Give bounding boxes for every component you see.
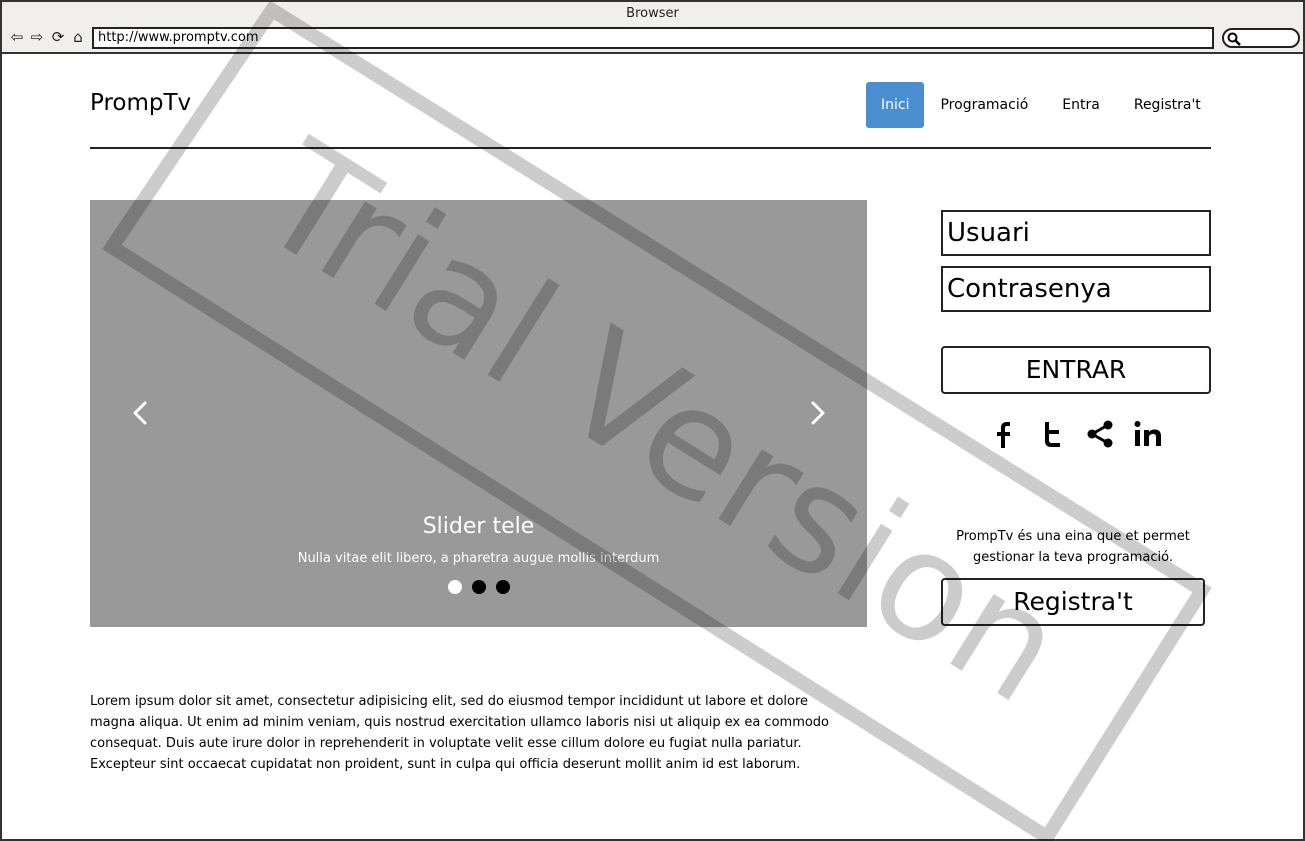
back-arrow-icon[interactable]: ⇦: [8, 28, 26, 46]
nav-item-programacio[interactable]: Programació: [924, 82, 1045, 128]
facebook-icon[interactable]: [987, 416, 1021, 452]
nav-item-registrat[interactable]: Registra't: [1117, 82, 1218, 128]
browser-title: Browser: [2, 2, 1303, 26]
carousel-indicators: [90, 580, 867, 594]
nav-item-entra[interactable]: Entra: [1045, 82, 1117, 128]
image-carousel[interactable]: Slider tele Nulla vitae elit libero, a p…: [90, 200, 867, 627]
enter-button[interactable]: ENTRAR: [941, 346, 1211, 394]
social-links: [987, 416, 1165, 452]
nav-item-inici[interactable]: Inici: [866, 82, 925, 128]
browser-search-input[interactable]: [1222, 28, 1300, 48]
header-divider: [90, 147, 1211, 149]
url-input[interactable]: http://www.promptv.com: [92, 27, 1214, 49]
app-description: PrompTv és una eina que et permet gestio…: [956, 529, 1190, 565]
main-nav: Inici Programació Entra Registra't: [866, 82, 1218, 128]
carousel-dot-3[interactable]: [495, 580, 510, 594]
brand-logo[interactable]: PrompTv: [90, 90, 191, 116]
search-icon: [1227, 32, 1241, 46]
browser-toolbar: ⇦ ⇨ ⟳ ⌂ http://www.promptv.com: [2, 24, 1303, 54]
carousel-prev-icon[interactable]: [126, 398, 156, 428]
forward-arrow-icon[interactable]: ⇨: [28, 28, 46, 46]
body-text: Lorem ipsum dolor sit amet, consectetur …: [90, 694, 830, 772]
slide-title: Slider tele: [422, 514, 535, 539]
carousel-next-icon[interactable]: [802, 398, 832, 428]
share-icon[interactable]: [1083, 416, 1117, 452]
carousel-dot-2[interactable]: [471, 580, 486, 594]
password-input[interactable]: Contrasenya: [941, 266, 1211, 312]
carousel-dot-1[interactable]: [447, 580, 462, 594]
slide-caption: Nulla vitae elit libero, a pharetra augu…: [297, 551, 660, 566]
twitter-icon[interactable]: [1035, 416, 1069, 452]
reload-icon[interactable]: ⟳: [49, 28, 67, 46]
linkedin-icon[interactable]: [1131, 416, 1165, 452]
register-button[interactable]: Registra't: [941, 578, 1205, 626]
username-input[interactable]: Usuari: [941, 210, 1211, 256]
browser-window: Browser ⇦ ⇨ ⟳ ⌂ http://www.promptv.com P…: [0, 0, 1305, 841]
home-icon[interactable]: ⌂: [69, 28, 87, 46]
